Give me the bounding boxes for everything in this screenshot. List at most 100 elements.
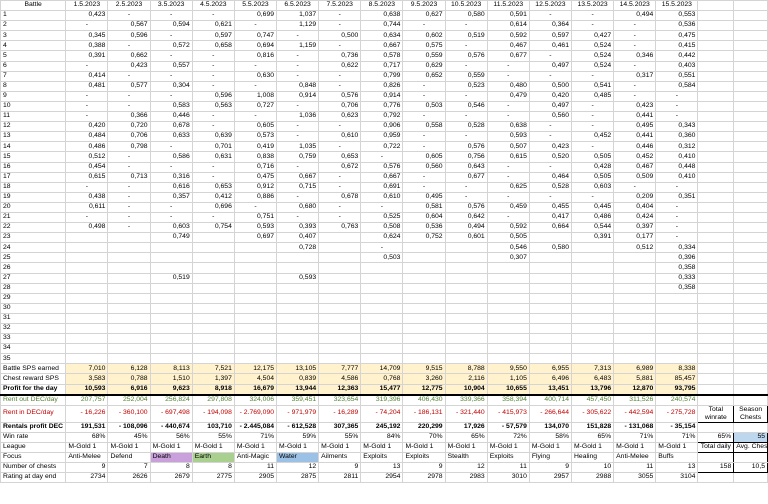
- battle-value[interactable]: [360, 333, 404, 345]
- summary-value[interactable]: 15,477: [360, 383, 404, 396]
- battle-number[interactable]: 13: [0, 131, 67, 143]
- battle-value[interactable]: -: [528, 161, 573, 173]
- empty-cell[interactable]: [733, 333, 768, 345]
- battle-value[interactable]: 0,694: [233, 40, 278, 52]
- summary-value[interactable]: 240,574: [655, 394, 699, 406]
- battle-value[interactable]: -: [65, 100, 109, 113]
- empty-cell[interactable]: [697, 50, 735, 62]
- battle-value[interactable]: [149, 343, 193, 355]
- battle-value[interactable]: [402, 322, 446, 335]
- battle-value[interactable]: -: [65, 60, 109, 72]
- battle-value[interactable]: 0,209: [613, 191, 657, 203]
- empty-cell[interactable]: [733, 201, 768, 213]
- summary-value[interactable]: 7,521: [191, 363, 235, 375]
- empty-cell[interactable]: [733, 90, 768, 102]
- chests-value[interactable]: 11: [613, 462, 657, 474]
- empty-cell[interactable]: [697, 161, 735, 173]
- battle-value[interactable]: -: [528, 121, 573, 133]
- battle-number[interactable]: 6: [0, 60, 67, 72]
- focus-value[interactable]: Anti-Melee: [613, 452, 657, 464]
- battle-value[interactable]: 0,593: [486, 131, 530, 143]
- battle-value[interactable]: [149, 242, 193, 254]
- battle-value[interactable]: [318, 292, 362, 304]
- battle-value[interactable]: 0,816: [233, 50, 278, 62]
- battle-value[interactable]: 0,417: [528, 211, 573, 224]
- battle-value[interactable]: -: [613, 40, 657, 52]
- empty-cell[interactable]: [733, 0, 768, 12]
- season-chests-label[interactable]: Season Chests: [733, 404, 768, 423]
- battle-value[interactable]: 0,596: [191, 90, 235, 102]
- battle-value[interactable]: 0,412: [191, 191, 235, 203]
- summary-value[interactable]: 16,679: [233, 383, 278, 396]
- battle-value[interactable]: [65, 343, 109, 355]
- battle-value[interactable]: 0,528: [528, 181, 573, 193]
- battle-value[interactable]: 0,388: [65, 40, 109, 52]
- battle-value[interactable]: 0,912: [233, 181, 278, 193]
- battle-value[interactable]: [528, 312, 573, 325]
- battle-value[interactable]: [486, 302, 530, 314]
- empty-cell[interactable]: [697, 472, 735, 484]
- battle-value[interactable]: [570, 272, 615, 284]
- focus-value[interactable]: Flying: [528, 452, 573, 464]
- winrate-value[interactable]: 84%: [360, 431, 404, 443]
- battle-value[interactable]: 0,736: [318, 50, 362, 62]
- summary-label[interactable]: Chest reward SPS: [0, 373, 67, 385]
- battle-value[interactable]: -: [107, 100, 151, 113]
- battle-value[interactable]: 0,481: [65, 80, 109, 92]
- league-label[interactable]: League: [0, 441, 67, 454]
- league-value[interactable]: M-Gold 1: [444, 441, 488, 454]
- summary-value[interactable]: 9,515: [402, 363, 446, 375]
- battle-value[interactable]: 0,414: [65, 70, 109, 82]
- battle-value[interactable]: 0,826: [360, 80, 404, 92]
- battle-value[interactable]: 0,667: [360, 171, 404, 183]
- season-chests-value[interactable]: 55: [733, 431, 768, 443]
- empty-cell[interactable]: [733, 452, 768, 464]
- battle-value[interactable]: 0,610: [318, 131, 362, 143]
- battle-value[interactable]: 0,410: [655, 151, 699, 163]
- focus-value[interactable]: Defend: [107, 452, 151, 464]
- summary-value[interactable]: 6,496: [528, 373, 573, 385]
- winrate-value[interactable]: 71%: [613, 431, 657, 443]
- battle-value[interactable]: 0,629: [402, 60, 446, 72]
- battle-value[interactable]: 0,500: [318, 30, 362, 42]
- battle-value[interactable]: 0,558: [402, 121, 446, 133]
- battle-value[interactable]: 0,584: [655, 80, 699, 92]
- rating-label[interactable]: Rating at day end: [0, 472, 67, 484]
- chests-value[interactable]: 8: [149, 462, 193, 474]
- battle-value[interactable]: -: [402, 131, 446, 143]
- battle-number[interactable]: 7: [0, 70, 67, 82]
- battle-value[interactable]: [276, 252, 320, 264]
- battle-value[interactable]: -: [276, 70, 320, 82]
- battle-value[interactable]: [191, 252, 235, 264]
- battle-value[interactable]: [149, 262, 193, 274]
- empty-cell[interactable]: [733, 181, 768, 193]
- battle-value[interactable]: 0,396: [655, 252, 699, 264]
- league-value[interactable]: M-Gold 1: [486, 441, 530, 454]
- battle-value[interactable]: [655, 292, 699, 304]
- empty-cell[interactable]: [697, 373, 735, 385]
- battle-value[interactable]: 0,546: [486, 242, 530, 254]
- battle-value[interactable]: -: [444, 131, 488, 143]
- summary-value[interactable]: 13,451: [528, 383, 573, 396]
- battle-value[interactable]: [233, 252, 278, 264]
- battle-value[interactable]: [613, 262, 657, 274]
- battle-value[interactable]: 0,475: [233, 171, 278, 183]
- battle-value[interactable]: -: [318, 211, 362, 224]
- date-header[interactable]: 13.5.2023: [570, 0, 615, 12]
- battle-value[interactable]: 0,602: [402, 30, 446, 42]
- empty-cell[interactable]: [733, 131, 768, 143]
- battle-value[interactable]: 0,677: [444, 171, 488, 183]
- battle-value[interactable]: -: [402, 141, 446, 153]
- empty-cell[interactable]: [733, 30, 768, 42]
- focus-value[interactable]: Exploits: [360, 452, 404, 464]
- battle-value[interactable]: -: [107, 151, 151, 163]
- battle-value[interactable]: 0,848: [276, 80, 320, 92]
- battle-value[interactable]: 0,754: [191, 222, 235, 234]
- battle-value[interactable]: [191, 242, 235, 254]
- battle-value[interactable]: 0,792: [360, 111, 404, 123]
- battle-value[interactable]: [528, 292, 573, 304]
- empty-cell[interactable]: [733, 60, 768, 72]
- battle-value[interactable]: 0,446: [149, 111, 193, 123]
- battle-value[interactable]: 0,630: [233, 70, 278, 82]
- empty-cell[interactable]: [697, 222, 735, 234]
